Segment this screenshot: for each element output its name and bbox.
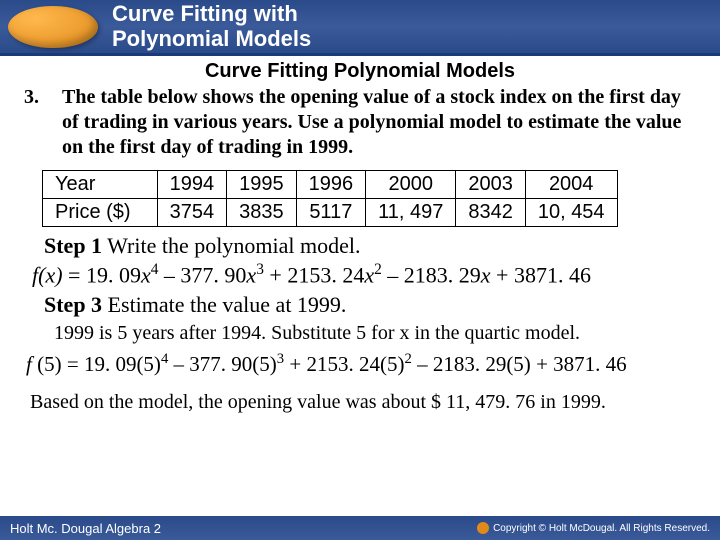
eq-coef-a: 19. 09 bbox=[86, 262, 141, 287]
year-label: Year bbox=[43, 171, 158, 199]
eq-coef-e: 3871. 46 bbox=[514, 262, 591, 287]
example-title: Curve Fitting Polynomial Models bbox=[0, 60, 720, 83]
eq2-lhs: f bbox=[26, 352, 37, 376]
table-cell: 5117 bbox=[296, 199, 366, 227]
eq2-c: 2153. 24(5) bbox=[306, 352, 404, 376]
table-cell: 10, 454 bbox=[525, 199, 617, 227]
step-1-label: Step 1 bbox=[44, 233, 102, 258]
eq2-a: 19. 09(5) bbox=[84, 352, 161, 376]
table-cell: 2000 bbox=[366, 171, 456, 199]
copyright-logo-icon bbox=[477, 522, 489, 534]
table-cell: 2004 bbox=[525, 171, 617, 199]
table-cell: 8342 bbox=[456, 199, 526, 227]
eq2-arg: (5) bbox=[37, 352, 62, 376]
substitution-text: 1999 is 5 years after 1994. Substitute 5… bbox=[54, 322, 580, 344]
price-label: Price ($) bbox=[43, 199, 158, 227]
eq-coef-d: 2183. 29 bbox=[404, 262, 481, 287]
table-cell: 1994 bbox=[157, 171, 227, 199]
eq-coef-b: 377. 90 bbox=[180, 262, 246, 287]
eq-lhs: f(x) bbox=[32, 262, 63, 287]
copyright-prefix: Copyright © bbox=[493, 523, 546, 534]
data-table: Year 1994 1995 1996 2000 2003 2004 Price… bbox=[42, 170, 618, 227]
table-cell: 1995 bbox=[227, 171, 297, 199]
eq-coef-c: 2153. 24 bbox=[287, 262, 364, 287]
eq2-d: 2183. 29(5) bbox=[433, 352, 531, 376]
table-cell: 3835 bbox=[227, 199, 297, 227]
table-cell: 2003 bbox=[456, 171, 526, 199]
step-1-text: Write the polynomial model. bbox=[102, 233, 360, 258]
header-oval-icon bbox=[8, 6, 98, 48]
table-row: Year 1994 1995 1996 2000 2003 2004 bbox=[43, 171, 618, 199]
eq2-e: 3871. 46 bbox=[553, 352, 627, 376]
slide-footer: Holt Mc. Dougal Algebra 2 Copyright © Ho… bbox=[0, 516, 720, 540]
footer-brand: Holt Mc. Dougal Algebra 2 bbox=[10, 521, 161, 536]
step-3-text: Estimate the value at 1999. bbox=[102, 292, 346, 317]
slide-content: 3. The table below shows the opening val… bbox=[0, 83, 720, 414]
problem-number: 3. bbox=[24, 85, 62, 160]
conclusion-text: Based on the model, the opening value wa… bbox=[30, 391, 696, 414]
problem-statement: 3. The table below shows the opening val… bbox=[24, 85, 696, 160]
header-title: Curve Fitting with Polynomial Models bbox=[112, 2, 311, 50]
substitution-note: 1999 is 5 years after 1994. Substitute 5… bbox=[54, 322, 696, 345]
step-1: Step 1 Write the polynomial model. bbox=[44, 233, 696, 259]
step-3-label: Step 3 bbox=[44, 292, 102, 317]
table-cell: 11, 497 bbox=[366, 199, 456, 227]
table-row: Price ($) 3754 3835 5117 11, 497 8342 10… bbox=[43, 199, 618, 227]
header-title-line2: Polynomial Models bbox=[112, 26, 311, 51]
polynomial-equation: f(x) = 19. 09x4 – 377. 90x3 + 2153. 24x2… bbox=[32, 261, 696, 288]
header-title-line1: Curve Fitting with bbox=[112, 1, 298, 26]
copyright-text: Holt McDougal. All Rights Reserved. bbox=[549, 523, 710, 534]
footer-copyright: Copyright © Holt McDougal. All Rights Re… bbox=[477, 522, 710, 534]
problem-text: The table below shows the opening value … bbox=[62, 85, 696, 160]
evaluated-equation: f (5) = 19. 09(5)4 – 377. 90(5)3 + 2153.… bbox=[26, 351, 696, 377]
table-cell: 3754 bbox=[157, 199, 227, 227]
eq2-b: 377. 90(5) bbox=[189, 352, 277, 376]
table-cell: 1996 bbox=[296, 171, 366, 199]
slide-header: Curve Fitting with Polynomial Models bbox=[0, 0, 720, 56]
step-3: Step 3 Estimate the value at 1999. bbox=[44, 292, 696, 318]
